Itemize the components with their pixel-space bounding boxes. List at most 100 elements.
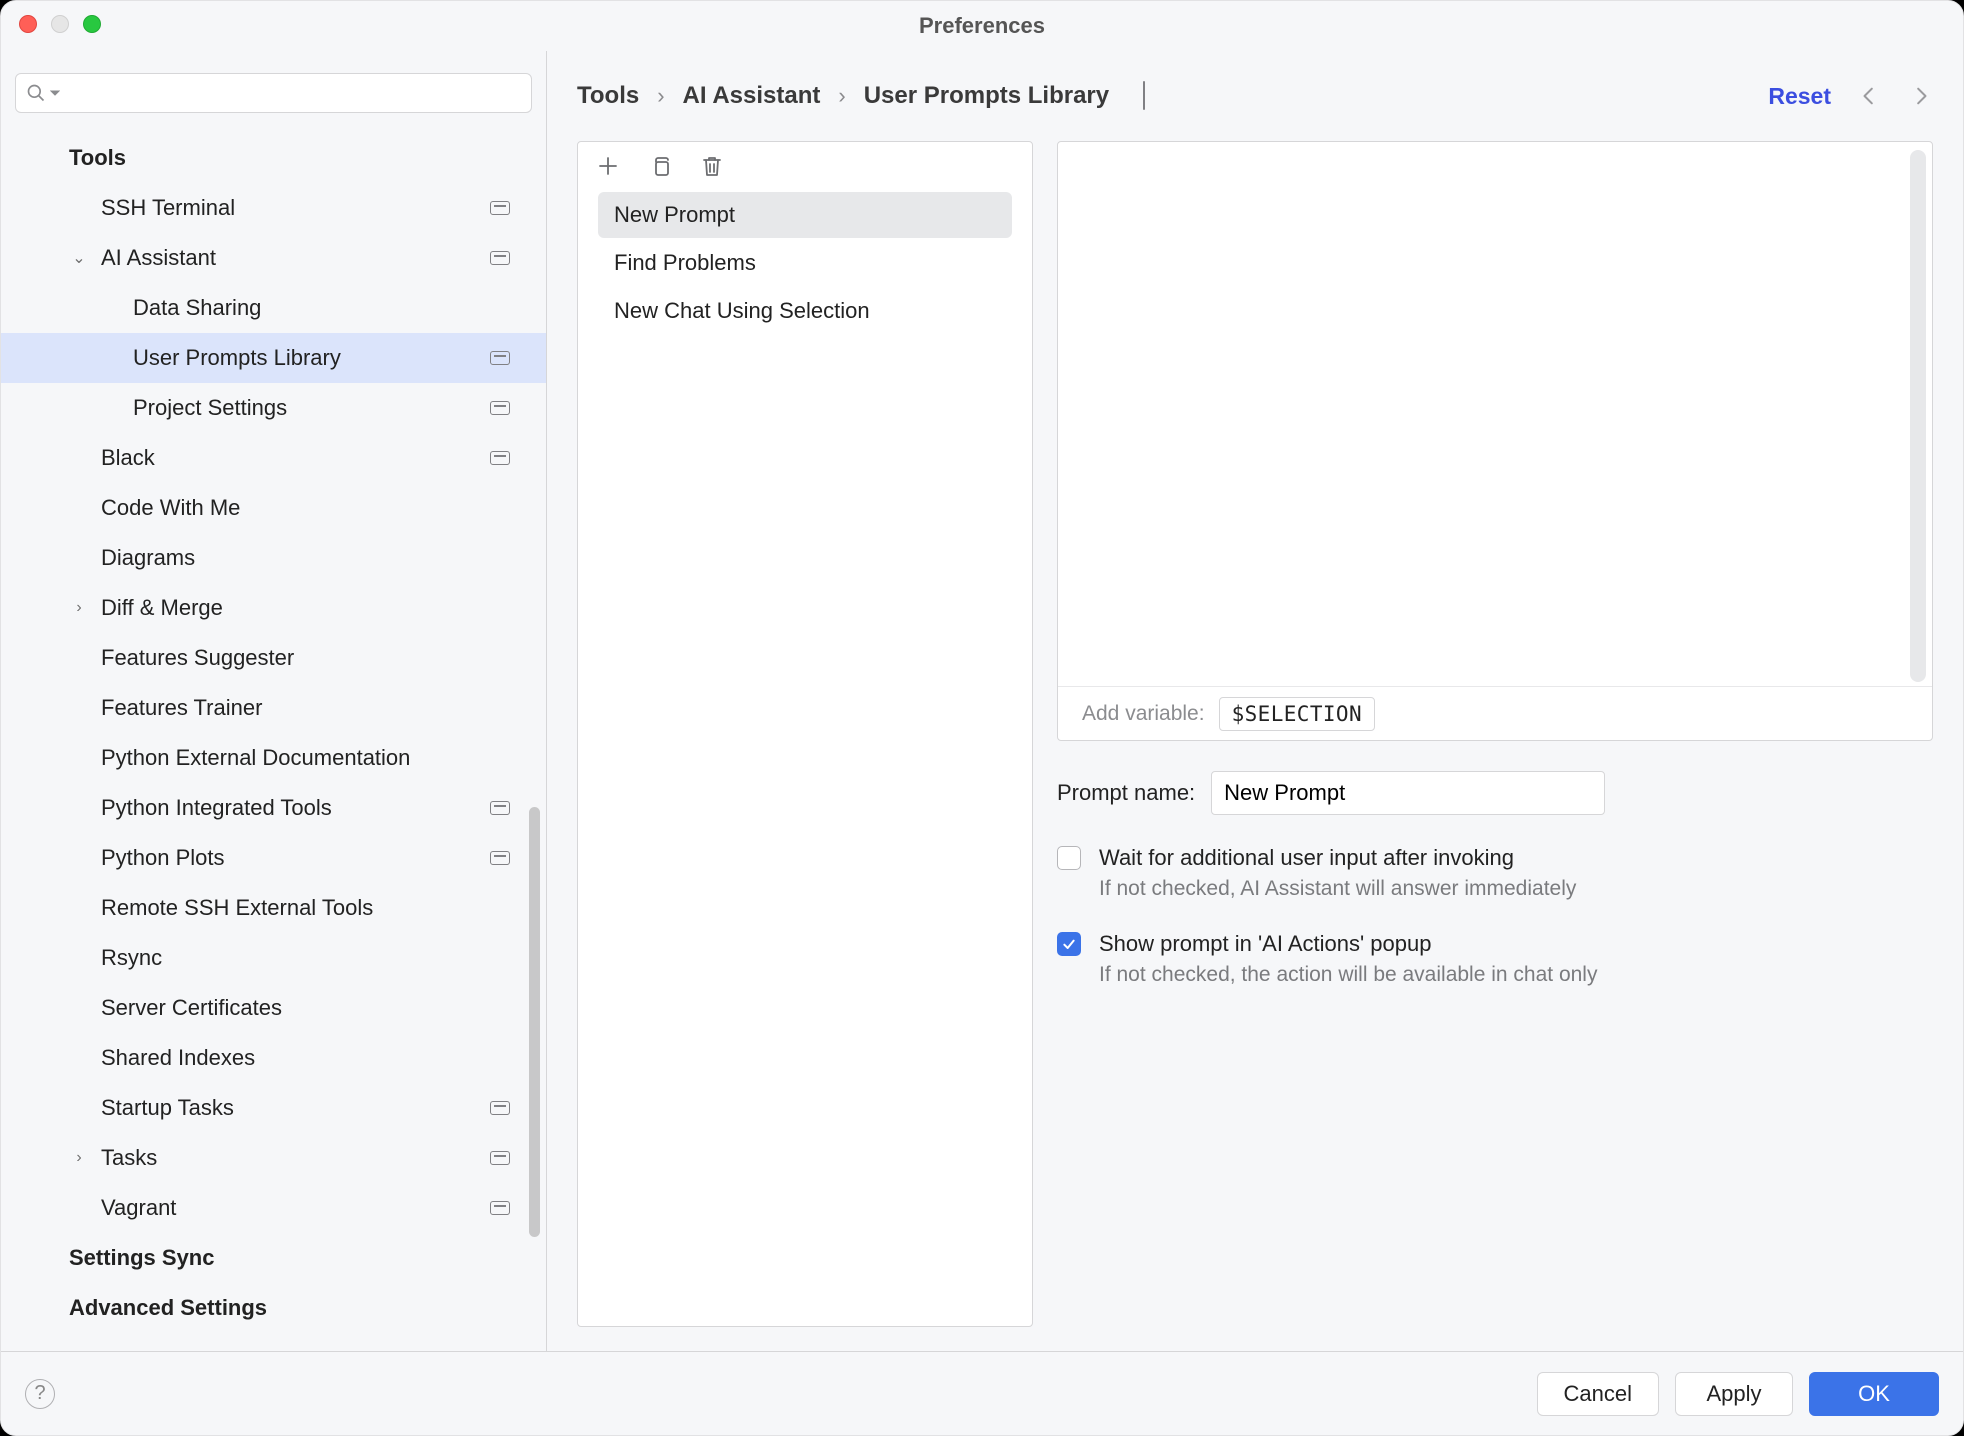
tree-item[interactable]: Rsync bbox=[1, 933, 546, 983]
scope-icon bbox=[1143, 81, 1145, 110]
tree-scrollbar[interactable] bbox=[529, 807, 540, 1237]
tree-item[interactable]: User Prompts Library bbox=[1, 333, 546, 383]
tree-item[interactable]: Black bbox=[1, 433, 546, 483]
breadcrumb-part[interactable]: AI Assistant bbox=[683, 82, 821, 110]
scope-icon bbox=[490, 851, 510, 865]
tree-item[interactable]: Python Plots bbox=[1, 833, 546, 883]
breadcrumb-separator: › bbox=[657, 83, 664, 109]
prompt-name-input[interactable] bbox=[1211, 771, 1605, 815]
tree-item[interactable]: Features Suggester bbox=[1, 633, 546, 683]
show-popup-checkbox[interactable] bbox=[1057, 932, 1081, 956]
expander-icon[interactable]: › bbox=[69, 599, 89, 617]
wait-input-block: Wait for additional user input after inv… bbox=[1057, 845, 1933, 901]
tree-item-label: Remote SSH External Tools bbox=[101, 895, 510, 921]
tree-item[interactable]: Shared Indexes bbox=[1, 1033, 546, 1083]
tree-item[interactable]: Vagrant bbox=[1, 1183, 546, 1233]
prompt-list-panel: New PromptFind ProblemsNew Chat Using Se… bbox=[577, 141, 1033, 1327]
show-popup-block: Show prompt in 'AI Actions' popup If not… bbox=[1057, 931, 1933, 987]
tree-item-label: Tasks bbox=[101, 1145, 490, 1171]
breadcrumb-part[interactable]: User Prompts Library bbox=[864, 82, 1109, 110]
reset-link[interactable]: Reset bbox=[1768, 83, 1831, 110]
tree-item-label: Features Trainer bbox=[101, 695, 510, 721]
scope-icon bbox=[490, 801, 510, 815]
prompt-item[interactable]: New Prompt bbox=[598, 192, 1012, 238]
tree-item[interactable]: Server Certificates bbox=[1, 983, 546, 1033]
breadcrumb-row: Tools › AI Assistant › User Prompts Libr… bbox=[547, 51, 1963, 141]
ok-button[interactable]: OK bbox=[1809, 1372, 1939, 1416]
show-popup-label: Show prompt in 'AI Actions' popup bbox=[1099, 931, 1431, 957]
tree-item-label: Tools bbox=[69, 145, 510, 171]
tree-item[interactable]: › Tasks bbox=[1, 1133, 546, 1183]
prompt-editor-textarea[interactable] bbox=[1058, 142, 1932, 740]
tree-item[interactable]: Features Trainer bbox=[1, 683, 546, 733]
expander-icon[interactable]: › bbox=[69, 1149, 89, 1167]
sidebar: Tools SSH Terminal⌄AI AssistantData Shari… bbox=[1, 51, 547, 1351]
add-icon[interactable] bbox=[596, 154, 620, 178]
tree-item[interactable]: › Diff & Merge bbox=[1, 583, 546, 633]
preferences-window: Preferences ToolsSSH Terminal⌄AI Assista… bbox=[0, 0, 1964, 1436]
help-button[interactable]: ? bbox=[25, 1379, 55, 1409]
expander-icon[interactable]: ⌄ bbox=[69, 248, 89, 268]
titlebar: Preferences bbox=[1, 1, 1963, 51]
forward-icon[interactable] bbox=[1907, 85, 1933, 107]
content: New PromptFind ProblemsNew Chat Using Se… bbox=[547, 141, 1963, 1351]
prompt-list[interactable]: New PromptFind ProblemsNew Chat Using Se… bbox=[578, 186, 1032, 1326]
apply-button[interactable]: Apply bbox=[1675, 1372, 1793, 1416]
tree-item[interactable]: Data Sharing bbox=[1, 283, 546, 333]
tree-item-label: Features Suggester bbox=[101, 645, 510, 671]
tree-item[interactable]: Tools bbox=[1, 133, 546, 183]
tree-item[interactable]: Code With Me bbox=[1, 483, 546, 533]
scope-icon bbox=[490, 401, 510, 415]
prompt-item[interactable]: New Chat Using Selection bbox=[598, 288, 1012, 334]
window-zoom-button[interactable] bbox=[83, 15, 101, 33]
search-icon bbox=[26, 83, 46, 103]
wait-input-checkbox[interactable] bbox=[1057, 846, 1081, 870]
tree-item-label: User Prompts Library bbox=[133, 345, 490, 371]
delete-icon[interactable] bbox=[700, 154, 724, 178]
back-icon[interactable] bbox=[1857, 85, 1883, 107]
tree-item-label: Settings Sync bbox=[69, 1245, 510, 1271]
tree-item-label: Startup Tasks bbox=[101, 1095, 490, 1121]
settings-tree[interactable]: Tools SSH Terminal⌄AI AssistantData Shari… bbox=[1, 127, 546, 1351]
cancel-button[interactable]: Cancel bbox=[1537, 1372, 1659, 1416]
tree-item[interactable]: Diagrams bbox=[1, 533, 546, 583]
scope-icon bbox=[490, 201, 510, 215]
tree-item-label: Project Settings bbox=[133, 395, 490, 421]
settings-search[interactable] bbox=[15, 73, 532, 113]
tree-item[interactable]: Advanced Settings bbox=[1, 1283, 546, 1333]
window-minimize-button[interactable] bbox=[51, 15, 69, 33]
tree-item-label: Diagrams bbox=[101, 545, 510, 571]
tree-item[interactable]: Project Settings bbox=[1, 383, 546, 433]
tree-item[interactable]: ⌄AI Assistant bbox=[1, 233, 546, 283]
tree-item[interactable]: Python External Documentation bbox=[1, 733, 546, 783]
main-panel: Tools › AI Assistant › User Prompts Libr… bbox=[547, 51, 1963, 1351]
scope-icon bbox=[490, 1101, 510, 1115]
search-history-chevron-icon[interactable] bbox=[50, 88, 60, 98]
window-close-button[interactable] bbox=[19, 15, 37, 33]
tree-item[interactable]: SSH Terminal bbox=[1, 183, 546, 233]
prompt-list-toolbar bbox=[578, 142, 1032, 186]
tree-item-label: Rsync bbox=[101, 945, 510, 971]
scope-icon bbox=[490, 451, 510, 465]
variable-chip-selection[interactable]: $SELECTION bbox=[1219, 697, 1375, 731]
breadcrumb-part[interactable]: Tools bbox=[577, 82, 639, 110]
tree-item[interactable]: Python Integrated Tools bbox=[1, 783, 546, 833]
prompt-item[interactable]: Find Problems bbox=[598, 240, 1012, 286]
tree-item-label: Shared Indexes bbox=[101, 1045, 510, 1071]
editor-scrollbar[interactable] bbox=[1910, 150, 1926, 682]
wait-input-desc: If not checked, AI Assistant will answer… bbox=[1099, 877, 1933, 901]
tree-item-label: Python Integrated Tools bbox=[101, 795, 490, 821]
add-variable-label: Add variable: bbox=[1082, 702, 1205, 726]
tree-item[interactable]: Startup Tasks bbox=[1, 1083, 546, 1133]
breadcrumb: Tools › AI Assistant › User Prompts Libr… bbox=[577, 82, 1768, 110]
tree-item[interactable]: Remote SSH External Tools bbox=[1, 883, 546, 933]
tree-item[interactable]: Settings Sync bbox=[1, 1233, 546, 1283]
breadcrumb-separator: › bbox=[838, 83, 845, 109]
duplicate-icon[interactable] bbox=[648, 154, 672, 178]
settings-search-input[interactable] bbox=[64, 74, 521, 112]
prompt-name-row: Prompt name: bbox=[1057, 771, 1933, 815]
tree-item-label: Diff & Merge bbox=[101, 595, 510, 621]
dialog-footer: ? Cancel Apply OK bbox=[1, 1351, 1963, 1435]
scope-icon bbox=[490, 1151, 510, 1165]
window-title: Preferences bbox=[1, 13, 1963, 39]
